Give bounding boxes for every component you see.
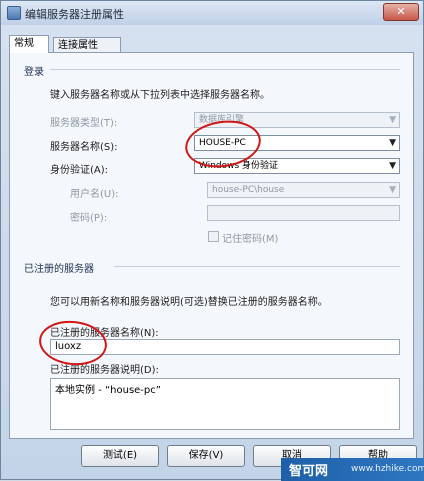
app-icon — [7, 6, 21, 20]
tab-connection-properties[interactable]: 连接属性 — [53, 37, 121, 53]
title-bar[interactable]: 编辑服务器注册属性 ✕ — [1, 1, 423, 25]
dialog-window: 编辑服务器注册属性 ✕ 常规 连接属性 登录 键入服务器名称或从下拉列表中选择服… — [0, 0, 424, 481]
auth-label: 身份验证(A): — [50, 165, 109, 176]
window-title: 编辑服务器注册属性 — [25, 8, 124, 21]
login-instruction: 键入服务器名称或从下拉列表中选择服务器名称。 — [50, 90, 270, 101]
server-name-value: HOUSE-PC — [199, 138, 246, 148]
registered-group-title: 已注册的服务器 — [24, 264, 94, 275]
watermark-logo: 智可网 — [289, 464, 329, 479]
tab-general[interactable]: 常规 — [9, 35, 49, 53]
registered-desc-label: 已注册的服务器说明(D): — [50, 365, 159, 376]
chevron-down-icon[interactable]: ▼ — [389, 136, 396, 150]
login-group-title: 登录 — [24, 67, 44, 78]
username-value: house-PC\house — [212, 185, 285, 195]
registered-name-label: 已注册的服务器名称(N): — [50, 328, 159, 339]
chevron-down-icon: ▼ — [389, 185, 396, 195]
close-icon: ✕ — [396, 5, 406, 18]
registered-group-divider — [114, 266, 400, 267]
server-name-combo[interactable]: HOUSE-PC ▼ — [194, 135, 400, 151]
close-button[interactable]: ✕ — [383, 3, 419, 21]
server-type-value: 数据库引擎 — [199, 115, 245, 125]
registered-name-input[interactable]: luoxz — [50, 339, 400, 355]
tab-panel: 登录 键入服务器名称或从下拉列表中选择服务器名称。 服务器类型(T): 数据库引… — [9, 52, 414, 439]
server-name-label: 服务器名称(S): — [50, 142, 118, 153]
site-watermark: 智可网 www.hzhike.com — [281, 458, 424, 481]
remember-password-label: 记住密码(M) — [222, 234, 279, 245]
username-combo: house-PC\house ▼ — [207, 182, 400, 198]
remember-password-checkbox — [208, 231, 219, 242]
chevron-down-icon[interactable]: ▼ — [389, 159, 396, 173]
watermark-url: www.hzhike.com — [351, 464, 424, 474]
password-label: 密码(P): — [70, 213, 108, 224]
username-label: 用户名(U): — [70, 189, 119, 200]
password-input — [207, 205, 400, 221]
save-button[interactable]: 保存(V) — [167, 445, 245, 467]
login-group-divider — [50, 69, 400, 70]
server-type-combo: 数据库引擎 ▼ — [194, 112, 400, 128]
chevron-down-icon: ▼ — [389, 115, 396, 125]
server-type-label: 服务器类型(T): — [50, 118, 118, 129]
auth-combo[interactable]: Windows 身份验证 ▼ — [194, 158, 400, 174]
auth-value: Windows 身份验证 — [199, 161, 279, 171]
registered-desc-textarea[interactable]: 本地实例 - “house-pc” — [50, 378, 400, 430]
test-button[interactable]: 测试(E) — [81, 445, 159, 467]
registered-instruction: 您可以用新名称和服务器说明(可选)替换已注册的服务器名称。 — [50, 297, 328, 308]
